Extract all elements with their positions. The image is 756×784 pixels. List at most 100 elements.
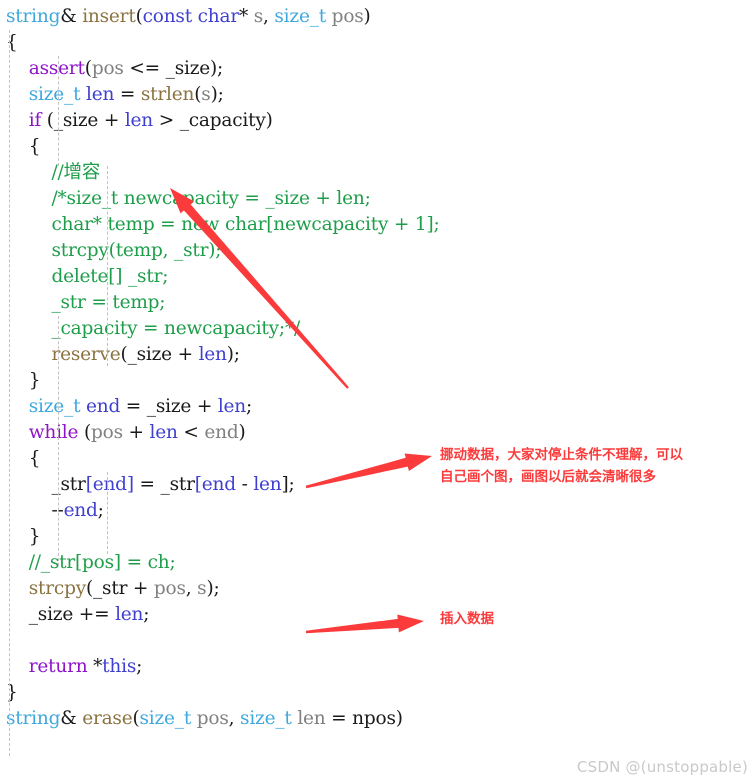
code-token: ); (210, 58, 224, 79)
code-line[interactable]: { (6, 30, 18, 56)
code-token: pos (153, 578, 186, 599)
code-token: + (191, 396, 218, 417)
code-line[interactable]: strcpy(temp, _str); (6, 238, 221, 264)
code-token: size_t (139, 708, 192, 729)
code-token: + (98, 110, 125, 131)
code-token: reserve (51, 344, 121, 365)
code-token: } (6, 682, 18, 703)
code-token: ) (395, 708, 403, 729)
code-token: pos (91, 58, 124, 79)
code-token: end (201, 474, 236, 495)
code-token: + (122, 422, 150, 443)
code-token: len (297, 708, 326, 729)
code-line[interactable]: } (6, 368, 41, 394)
code-token: ]; (281, 474, 295, 495)
code-token: _size (53, 110, 99, 131)
code-token: erase (82, 708, 133, 729)
code-token: ( (132, 708, 140, 729)
code-token: = (325, 708, 353, 729)
code-line[interactable]: _str = temp; (6, 290, 165, 316)
code-token: assert (28, 58, 85, 79)
code-token: pos (331, 6, 364, 27)
code-line[interactable]: //_str[pos] = ch; (6, 550, 176, 576)
code-token: insert (82, 6, 136, 27)
code-line[interactable]: { (6, 446, 41, 472)
code-token: _str = temp; (51, 292, 166, 313)
code-line[interactable]: assert(pos <= _size); (6, 56, 224, 82)
code-line[interactable]: size_t len = strlen(s); (6, 82, 224, 108)
indent-guide (58, 316, 59, 566)
code-line[interactable]: //增容 (6, 160, 100, 186)
code-token: ); (226, 344, 240, 365)
code-token: ( (194, 84, 202, 105)
code-token: } (28, 526, 41, 547)
code-token: size_t (28, 84, 81, 105)
code-line[interactable]: _size += len; (6, 602, 150, 628)
csdn-watermark: CSDN @(unstoppable) (576, 758, 748, 776)
code-line[interactable]: string& insert(const char* s, size_t pos… (6, 4, 371, 30)
code-token: = (120, 396, 147, 417)
code-line[interactable]: string& erase(size_t pos, size_t len = n… (6, 706, 403, 732)
code-token: len (217, 396, 247, 417)
code-line[interactable]: { (6, 134, 41, 160)
code-token: [ (194, 474, 202, 495)
code-token: strcpy (28, 578, 86, 599)
code-token: //_str[pos] = ch; (28, 552, 176, 573)
code-token: string (6, 708, 61, 729)
code-token: end (92, 474, 127, 495)
code-line[interactable]: _capacity = newcapacity;*/ (6, 316, 300, 342)
code-token: string (6, 6, 61, 27)
code-line[interactable]: /*size_t newcapacity = _size + len; (6, 186, 371, 212)
code-token: = (114, 84, 141, 105)
code-line[interactable]: strcpy(_str + pos, s); (6, 576, 220, 602)
code-token: len (115, 604, 144, 625)
code-token: _str (160, 474, 195, 495)
code-line[interactable]: return *this; (6, 654, 143, 680)
code-token: _size (127, 344, 173, 365)
code-token: + (171, 344, 199, 365)
code-token: { (28, 136, 41, 157)
code-line[interactable]: reserve(_size + len); (6, 342, 240, 368)
note-insert-data: 插入数据 (440, 611, 494, 627)
code-token: s (253, 6, 264, 27)
code-line[interactable]: } (6, 524, 41, 550)
code-token: size_t (28, 396, 81, 417)
code-token: ) (265, 110, 273, 131)
code-token: = (133, 474, 161, 495)
code-line[interactable]: _str[end] = _str[end - len]; (6, 472, 295, 498)
code-block[interactable]: string& insert(const char* s, size_t pos… (0, 0, 756, 784)
code-token: len (198, 344, 227, 365)
code-line[interactable]: } (6, 680, 18, 706)
code-token: ) (238, 422, 246, 443)
code-line[interactable]: delete[] _str; (6, 264, 168, 290)
code-token: len (124, 110, 154, 131)
code-token: _capacity = newcapacity;*/ (51, 318, 301, 339)
code-token: pos (196, 708, 229, 729)
code-token: ( (84, 58, 92, 79)
code-line[interactable]: while (pos + len < end) (6, 420, 246, 446)
code-line[interactable]: if (_size + len > _capacity) (6, 108, 273, 134)
indent-guide (107, 472, 108, 554)
code-line[interactable]: size_t end = _size + len; (6, 394, 253, 420)
code-token: delete[] _str; (51, 266, 169, 287)
code-token: end (204, 422, 239, 443)
code-token: + (127, 578, 154, 599)
code-token: , (263, 6, 275, 27)
code-token: char* temp = new char[newcapacity + 1]; (51, 214, 440, 235)
code-token: ( (120, 344, 128, 365)
code-token: strcpy(temp, _str); (51, 240, 222, 261)
code-token: end (86, 396, 121, 417)
code-token: - (235, 474, 254, 495)
code-line[interactable]: char* temp = new char[newcapacity + 1]; (6, 212, 440, 238)
code-line[interactable]: --end; (6, 498, 103, 524)
code-token: /*size_t newcapacity = _size + len; (51, 188, 371, 209)
code-token: [ (85, 474, 93, 495)
code-screenshot: string& insert(const char* s, size_t pos… (0, 0, 756, 784)
code-token: * (238, 6, 254, 27)
code-token: end (63, 500, 98, 521)
